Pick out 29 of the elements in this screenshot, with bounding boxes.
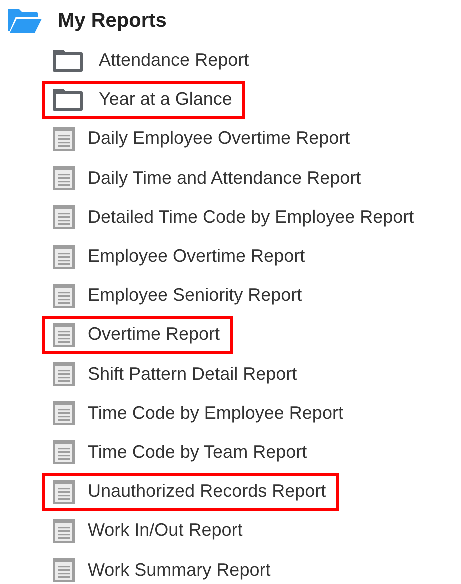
- document-icon: [53, 480, 75, 504]
- report-tree-item[interactable]: Time Code by Team Report: [42, 433, 320, 472]
- document-icon: [53, 322, 75, 347]
- report-tree-item[interactable]: Work In/Out Report: [42, 512, 256, 550]
- folder-icon: [53, 50, 83, 72]
- report-tree-item[interactable]: Employee Overtime Report: [42, 238, 318, 276]
- report-tree-item[interactable]: Overtime Report: [42, 316, 234, 354]
- document-icon: [53, 205, 75, 230]
- report-tree-item[interactable]: Detailed Time Code by Employee Report: [42, 198, 428, 236]
- document-icon: [53, 401, 75, 426]
- report-tree-item[interactable]: Unauthorized Records Report: [42, 472, 340, 511]
- document-icon: [53, 518, 75, 543]
- document-icon: [53, 166, 75, 190]
- report-tree-item[interactable]: Time Code by Employee Report: [42, 394, 356, 432]
- folder-icon: [53, 88, 83, 111]
- report-tree-item[interactable]: Attendance Report: [42, 42, 262, 80]
- report-tree-item[interactable]: Work Summary Report: [42, 551, 284, 584]
- report-tree-item[interactable]: Employee Seniority Report: [42, 276, 316, 315]
- report-tree-item[interactable]: Year at a Glance: [42, 80, 246, 119]
- document-icon: [53, 362, 75, 386]
- document-icon: [53, 244, 75, 269]
- document-icon: [53, 440, 75, 464]
- report-tree-item[interactable]: Daily Employee Overtime Report: [42, 120, 364, 158]
- report-tree-item[interactable]: Daily Time and Attendance Report: [42, 159, 374, 198]
- document-icon: [53, 126, 75, 151]
- document-icon: [53, 558, 75, 582]
- document-icon: [53, 284, 75, 308]
- report-tree-item[interactable]: Shift Pattern Detail Report: [42, 355, 310, 394]
- tree-root-label[interactable]: My Reports: [58, 6, 167, 36]
